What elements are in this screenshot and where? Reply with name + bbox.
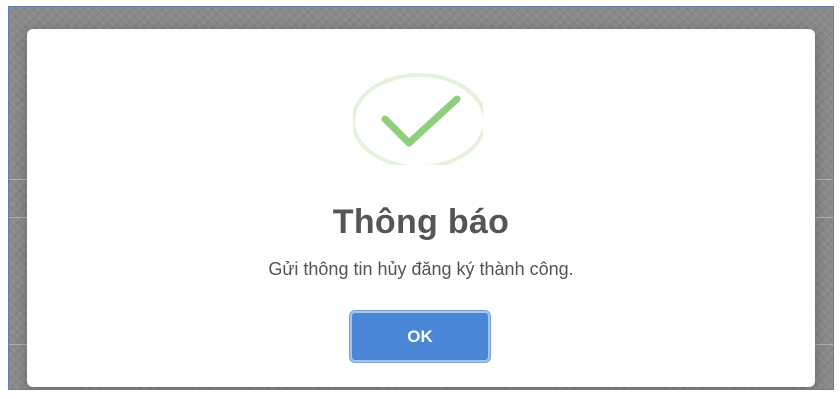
notification-dialog: Thông báo Gửi thông tin hủy đăng ký thàn… [27,29,815,387]
checkmark-circle-icon [353,73,483,165]
dialog-message: Gửi thông tin hủy đăng ký thành công. [268,259,574,279]
screenshot-frame: Thông báo Gửi thông tin hủy đăng ký thàn… [8,6,834,390]
ok-button[interactable]: OK [350,311,490,362]
dialog-title: Thông báo [332,203,510,241]
